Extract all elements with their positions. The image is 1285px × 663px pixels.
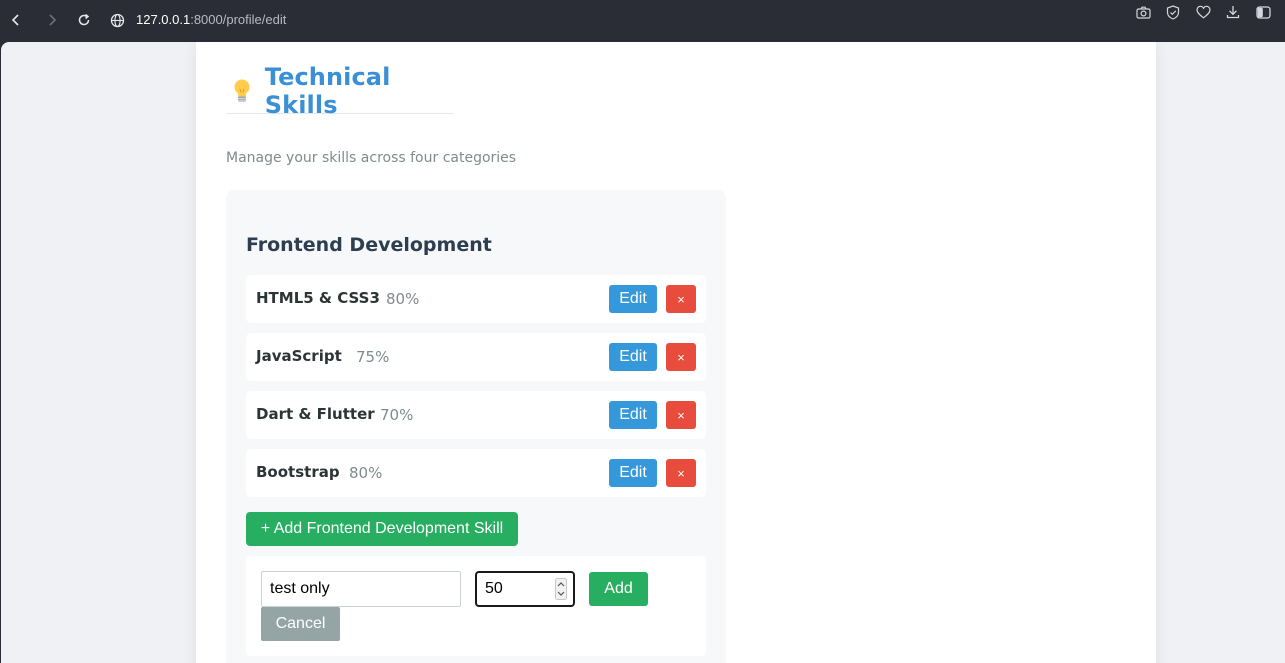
add-frontend-skill-button[interactable]: + Add Frontend Development Skill [246, 512, 518, 546]
page-viewport: Technical Skills Manage your skills acro… [1, 42, 1285, 663]
category-frontend: Frontend Development HTML5 & CSS3 80% Ed… [226, 190, 726, 663]
delete-skill-button[interactable]: × [666, 285, 696, 313]
back-icon[interactable] [4, 8, 28, 32]
url-host: 127.0.0.1 [136, 12, 191, 27]
skill-percent-input[interactable]: 50 [475, 571, 575, 607]
edit-skill-button[interactable]: Edit [609, 401, 657, 429]
sidebar-toggle-icon[interactable] [1251, 0, 1275, 24]
delete-skill-button[interactable]: × [666, 343, 696, 371]
shield-check-icon[interactable] [1161, 0, 1185, 24]
add-button[interactable]: Add [589, 572, 648, 606]
camera-icon[interactable] [1131, 0, 1155, 24]
skill-name: Bootstrap [256, 463, 340, 481]
section-subtitle: Manage your skills across four categorie… [226, 150, 517, 166]
forward-icon[interactable] [40, 8, 64, 32]
skill-row: Dart & Flutter 70% Edit × [246, 391, 706, 439]
reload-icon[interactable] [72, 8, 96, 32]
browser-toolbar: 127.0.0.1:8000/profile/edit [0, 0, 1285, 40]
skill-percent: 70% [380, 406, 414, 424]
cancel-button[interactable]: Cancel [261, 607, 340, 641]
number-spinner-icon[interactable] [555, 578, 567, 600]
lightbulb-icon [230, 76, 254, 106]
skill-row: HTML5 & CSS3 80% Edit × [246, 275, 706, 323]
add-skill-form: test only 50 Add Cancel [246, 556, 706, 656]
download-icon[interactable] [1221, 0, 1245, 24]
heart-icon[interactable] [1191, 0, 1215, 24]
delete-skill-button[interactable]: × [666, 401, 696, 429]
skill-percent-value: 50 [485, 580, 503, 597]
section-title: Technical Skills [264, 62, 391, 119]
skill-name: HTML5 & CSS3 [256, 289, 380, 307]
skill-percent: 80% [349, 464, 383, 482]
globe-icon[interactable] [105, 8, 129, 32]
edit-skill-button[interactable]: Edit [609, 459, 657, 487]
category-title: Frontend Development [246, 234, 492, 256]
url-path: :8000/profile/edit [190, 12, 287, 27]
section-header: Technical Skills [226, 63, 454, 119]
skill-row: Bootstrap 80% Edit × [246, 449, 706, 497]
skill-percent: 75% [356, 348, 390, 366]
skill-row: JavaScript 75% Edit × [246, 333, 706, 381]
skill-name: JavaScript [256, 347, 342, 365]
skill-name-input[interactable]: test only [261, 571, 461, 607]
profile-edit-card: Technical Skills Manage your skills acro… [196, 42, 1156, 663]
address-bar-url[interactable]: 127.0.0.1:8000/profile/edit [136, 11, 286, 29]
skill-name: Dart & Flutter [256, 405, 375, 423]
skill-percent: 80% [386, 290, 420, 308]
edit-skill-button[interactable]: Edit [609, 343, 657, 371]
delete-skill-button[interactable]: × [666, 459, 696, 487]
edit-skill-button[interactable]: Edit [609, 285, 657, 313]
